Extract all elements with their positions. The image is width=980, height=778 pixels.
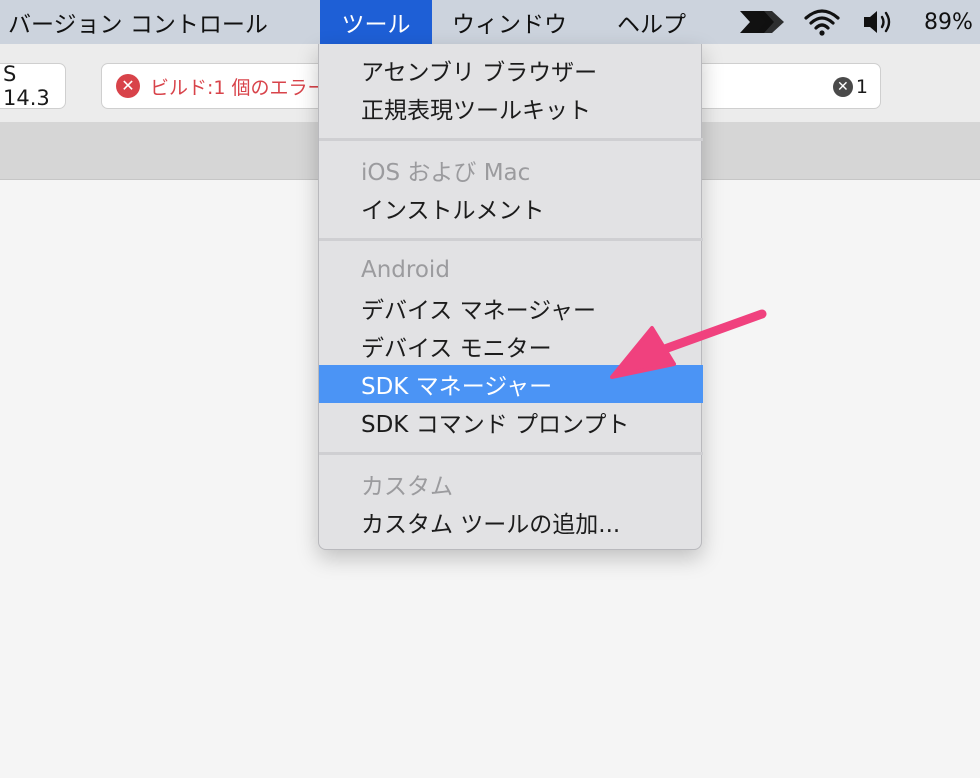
- battery-percentage[interactable]: 89%: [924, 0, 973, 44]
- menu-window[interactable]: ウィンドウ: [452, 0, 567, 44]
- volume-icon[interactable]: [862, 0, 896, 44]
- menu-item-add-custom-tool[interactable]: カスタム ツールの追加...: [319, 503, 703, 541]
- menu-header-custom: カスタム: [361, 474, 453, 500]
- menu-help[interactable]: ヘルプ: [617, 0, 686, 44]
- error-count-icon: ✕: [832, 77, 853, 97]
- scheme-selector[interactable]: S 14.3: [0, 62, 66, 110]
- menu-tools[interactable]: ツール: [320, 0, 432, 44]
- menu-separator: [319, 238, 703, 241]
- menu-separator: [319, 452, 703, 455]
- menu-separator: [319, 138, 703, 141]
- error-count: 1: [855, 76, 868, 98]
- build-status-text: ビルド:1 個のエラー: [150, 76, 327, 99]
- error-icon: ✕: [116, 74, 140, 98]
- scheme-label: S 14.3: [3, 62, 50, 110]
- menu-item-sdk-command-prompt[interactable]: SDK コマンド プロンプト: [319, 403, 703, 441]
- menu-item-device-monitor[interactable]: デバイス モニター: [319, 327, 703, 365]
- menu-version-control[interactable]: バージョン コントロール: [8, 0, 268, 44]
- menu-bar: バージョン コントロール ツール ウィンドウ ヘルプ 89%: [0, 0, 980, 44]
- menu-header-android: Android: [361, 257, 450, 283]
- menu-item-regex-toolkit[interactable]: 正規表現ツールキット: [319, 89, 703, 127]
- app-status-icon[interactable]: [738, 0, 788, 44]
- menu-header-ios-mac: iOS および Mac: [361, 160, 531, 186]
- tools-menu: アセンブリ ブラウザー 正規表現ツールキット iOS および Mac インストル…: [318, 44, 703, 550]
- menu-item-assembly-browser[interactable]: アセンブリ ブラウザー: [319, 51, 703, 89]
- menu-item-instruments[interactable]: インストルメント: [319, 189, 703, 227]
- error-count-badge[interactable]: ✕ 1: [832, 76, 868, 98]
- menu-item-sdk-manager[interactable]: SDK マネージャー: [319, 365, 703, 403]
- wifi-icon[interactable]: [803, 0, 841, 44]
- menu-item-device-manager[interactable]: デバイス マネージャー: [319, 289, 703, 327]
